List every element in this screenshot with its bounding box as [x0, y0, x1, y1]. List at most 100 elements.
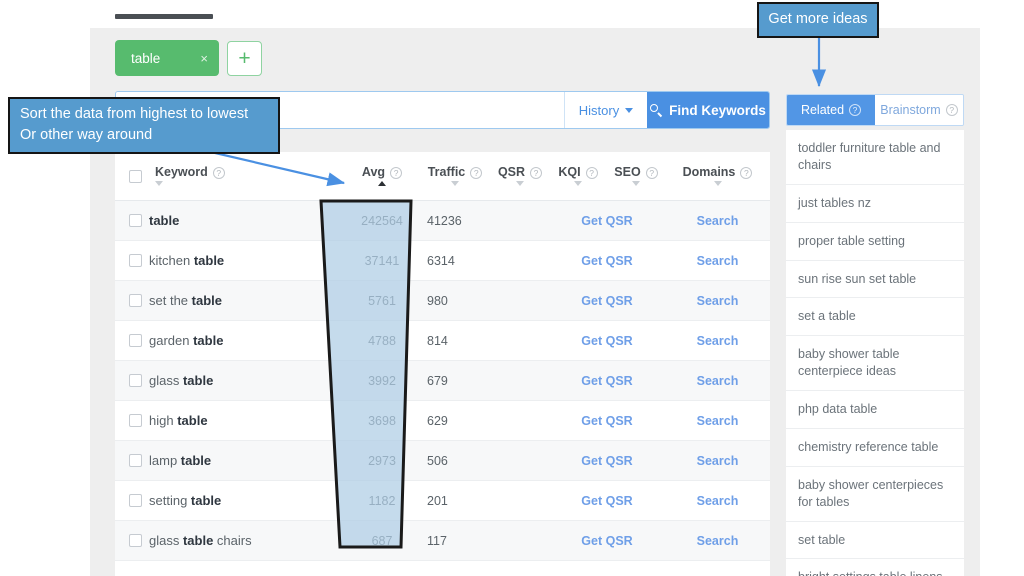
row-checkbox-cell[interactable] [115, 320, 149, 361]
related-idea-item[interactable]: sun rise sun set table [786, 261, 964, 299]
get-qsr-cell[interactable]: Get QSR [549, 280, 665, 321]
column-header-keyword[interactable]: Keyword ? [149, 152, 345, 201]
domains-search-link[interactable]: Search [697, 214, 739, 228]
close-icon[interactable]: × [200, 52, 208, 65]
row-checkbox-cell[interactable] [115, 200, 149, 241]
domains-cell[interactable]: Search [665, 440, 770, 481]
table-row[interactable]: table 242564 41236 Get QSR Search [115, 200, 770, 241]
help-icon[interactable]: ? [470, 167, 483, 179]
row-checkbox-cell[interactable] [115, 400, 149, 441]
row-checkbox[interactable] [129, 254, 142, 267]
row-checkbox[interactable] [129, 334, 142, 347]
sort-descending-icon[interactable] [713, 180, 722, 186]
related-idea-item[interactable]: bright settings table linens [786, 559, 964, 576]
domains-cell[interactable]: Search [665, 200, 770, 241]
row-checkbox[interactable] [129, 494, 142, 507]
sort-descending-icon[interactable] [632, 180, 640, 186]
get-qsr-link[interactable]: Get QSR [581, 294, 632, 308]
get-qsr-cell[interactable]: Get QSR [549, 200, 665, 241]
domains-cell[interactable]: Search [665, 520, 770, 561]
get-qsr-cell[interactable]: Get QSR [549, 400, 665, 441]
row-checkbox[interactable] [129, 454, 142, 467]
column-header-domains[interactable]: Domains ? [665, 152, 770, 201]
domains-search-link[interactable]: Search [697, 494, 739, 508]
domains-cell[interactable]: Search [665, 280, 770, 321]
select-all-checkbox[interactable] [129, 169, 142, 183]
column-header-kqi[interactable]: KQI ? [549, 152, 607, 201]
row-checkbox-cell[interactable] [115, 520, 149, 561]
help-icon[interactable]: ? [945, 104, 958, 116]
table-row[interactable]: setting table 1182 201 Get QSR Search [115, 480, 770, 521]
domains-search-link[interactable]: Search [697, 454, 739, 468]
history-button[interactable]: History [564, 92, 647, 128]
get-qsr-cell[interactable]: Get QSR [549, 480, 665, 521]
get-qsr-link[interactable]: Get QSR [581, 454, 632, 468]
help-icon[interactable]: ? [740, 167, 753, 179]
get-qsr-link[interactable]: Get QSR [581, 374, 632, 388]
sort-ascending-icon-active[interactable] [378, 180, 386, 186]
tab-related[interactable]: Related ? [787, 95, 875, 125]
add-keyword-button[interactable]: + [227, 40, 262, 76]
related-idea-item[interactable]: toddler furniture table and chairs [786, 130, 964, 185]
row-checkbox[interactable] [129, 214, 142, 227]
domains-search-link[interactable]: Search [697, 294, 739, 308]
row-checkbox-cell[interactable] [115, 360, 149, 401]
get-qsr-link[interactable]: Get QSR [581, 494, 632, 508]
related-idea-item[interactable]: set table [786, 522, 964, 560]
table-row[interactable]: garden table 4788 814 Get QSR Search [115, 320, 770, 361]
get-qsr-cell[interactable]: Get QSR [549, 240, 665, 281]
domains-cell[interactable]: Search [665, 360, 770, 401]
table-row[interactable]: kitchen table 37141 6314 Get QSR Search [115, 240, 770, 281]
related-idea-item[interactable]: chemistry reference table [786, 429, 964, 467]
sort-descending-icon[interactable] [451, 180, 459, 186]
get-qsr-link[interactable]: Get QSR [581, 534, 632, 548]
help-icon[interactable]: ? [645, 167, 658, 179]
row-checkbox-cell[interactable] [115, 240, 149, 281]
row-checkbox[interactable] [129, 374, 142, 387]
row-checkbox-cell[interactable] [115, 440, 149, 481]
help-icon[interactable]: ? [585, 167, 598, 179]
sort-descending-icon[interactable] [155, 180, 163, 186]
related-idea-item[interactable]: baby shower centerpieces for tables [786, 467, 964, 522]
sort-descending-icon[interactable] [574, 180, 582, 186]
get-qsr-cell[interactable]: Get QSR [549, 520, 665, 561]
domains-cell[interactable]: Search [665, 320, 770, 361]
related-idea-item[interactable]: just tables nz [786, 185, 964, 223]
column-header-checkbox[interactable] [115, 152, 149, 201]
domains-search-link[interactable]: Search [697, 534, 739, 548]
get-qsr-link[interactable]: Get QSR [581, 254, 632, 268]
domains-cell[interactable]: Search [665, 400, 770, 441]
sort-descending-icon[interactable] [516, 180, 524, 186]
table-row[interactable]: glass table 3992 679 Get QSR Search [115, 360, 770, 401]
get-qsr-link[interactable]: Get QSR [581, 214, 632, 228]
related-idea-item[interactable]: php data table [786, 391, 964, 429]
get-qsr-cell[interactable]: Get QSR [549, 360, 665, 401]
find-keywords-button[interactable]: Find Keywords [647, 92, 769, 128]
help-icon[interactable]: ? [849, 104, 862, 116]
domains-search-link[interactable]: Search [697, 374, 739, 388]
domains-search-link[interactable]: Search [697, 254, 739, 268]
domains-cell[interactable]: Search [665, 480, 770, 521]
domains-cell[interactable]: Search [665, 240, 770, 281]
column-header-avg[interactable]: Avg ? [345, 152, 419, 201]
table-row[interactable]: glass table chairs 687 117 Get QSR Search [115, 520, 770, 561]
row-checkbox-cell[interactable] [115, 280, 149, 321]
tab-brainstorm[interactable]: Brainstorm ? [875, 95, 963, 125]
column-header-seo[interactable]: SEO ? [607, 152, 665, 201]
domains-search-link[interactable]: Search [697, 414, 739, 428]
table-row[interactable]: set the table 5761 980 Get QSR Search [115, 280, 770, 321]
related-idea-item[interactable]: baby shower table centerpiece ideas [786, 336, 964, 391]
domains-search-link[interactable]: Search [697, 334, 739, 348]
row-checkbox[interactable] [129, 414, 142, 427]
help-icon[interactable]: ? [390, 167, 403, 179]
related-idea-item[interactable]: proper table setting [786, 223, 964, 261]
help-icon[interactable]: ? [212, 167, 225, 179]
related-idea-item[interactable]: set a table [786, 298, 964, 337]
column-header-traffic[interactable]: Traffic ? [419, 152, 491, 201]
help-icon[interactable]: ? [530, 167, 543, 179]
row-checkbox-cell[interactable] [115, 480, 149, 521]
table-row[interactable]: lamp table 2973 506 Get QSR Search [115, 440, 770, 481]
get-qsr-link[interactable]: Get QSR [581, 334, 632, 348]
row-checkbox[interactable] [129, 534, 142, 547]
table-row[interactable]: high table 3698 629 Get QSR Search [115, 400, 770, 441]
